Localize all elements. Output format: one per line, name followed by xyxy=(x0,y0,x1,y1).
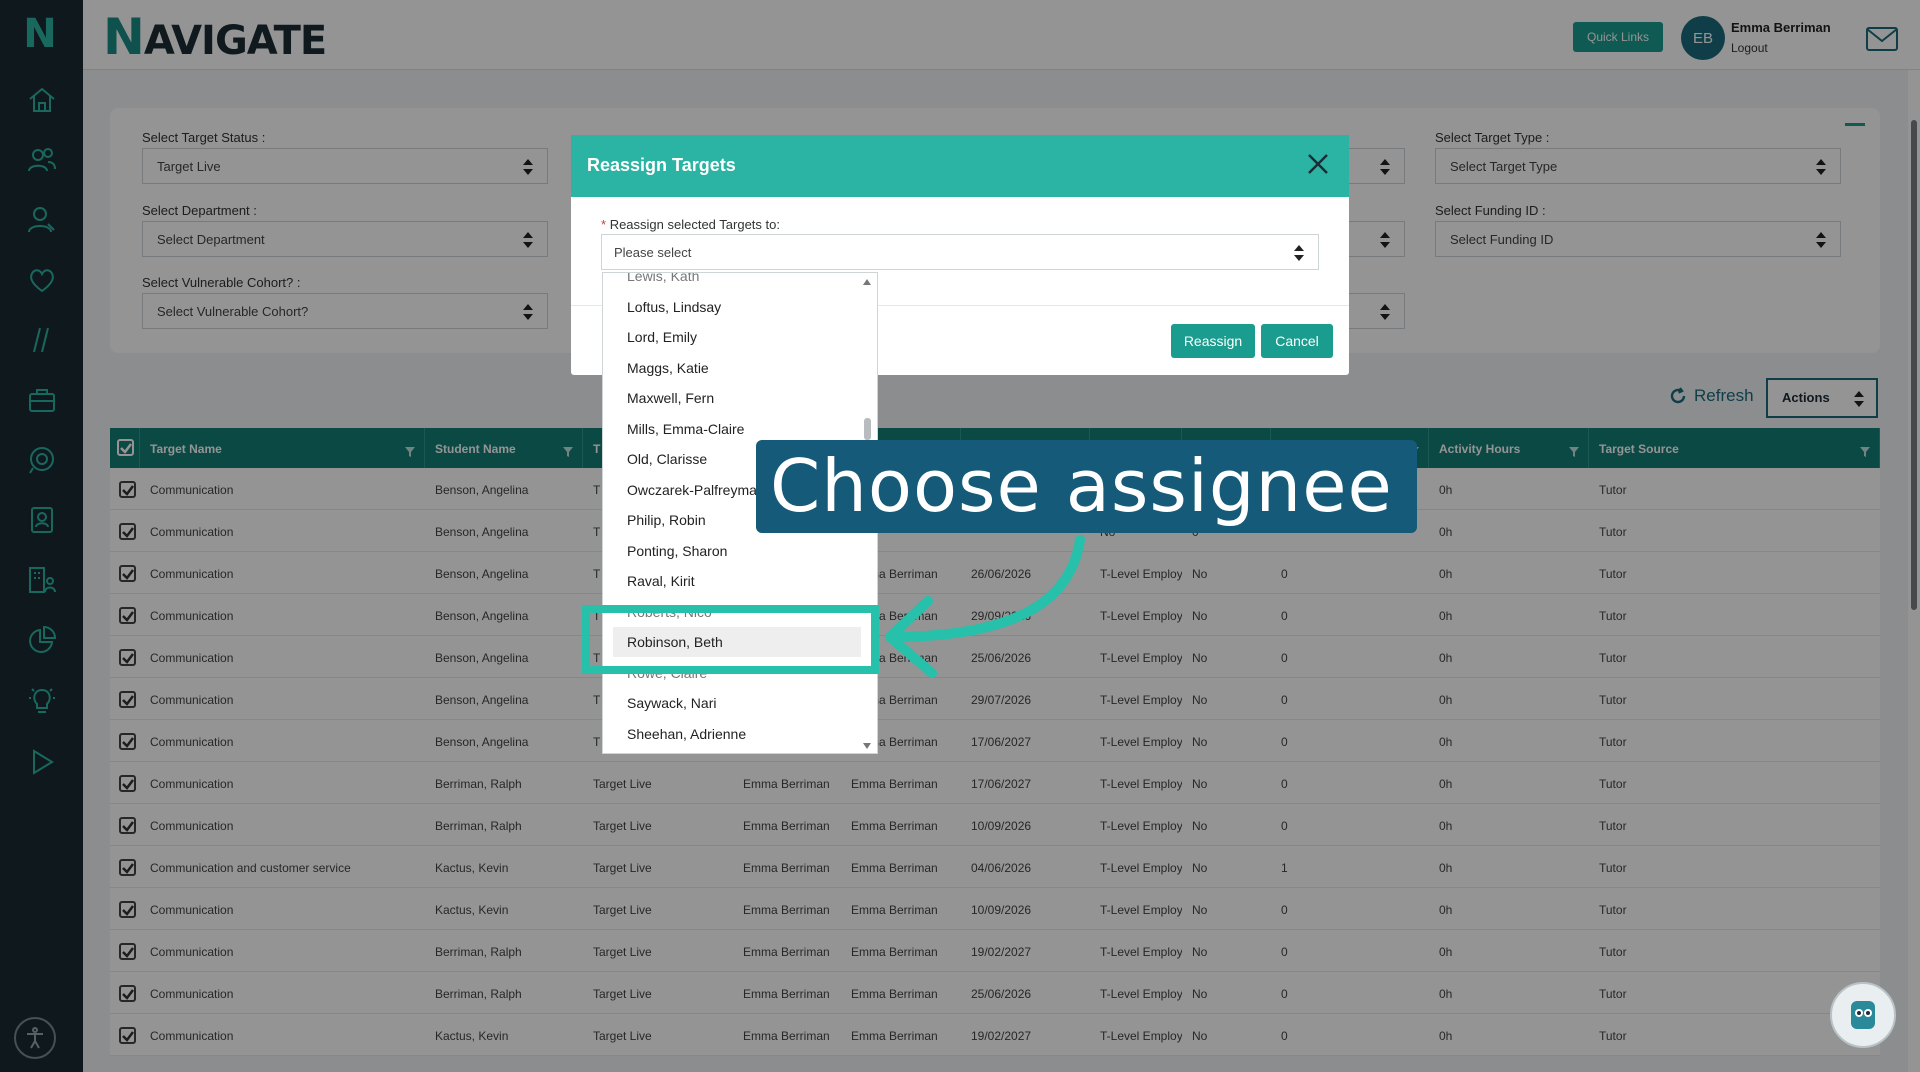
dropdown-option[interactable]: Smith, Hannah xyxy=(603,749,863,753)
dropdown-option[interactable]: Raval, Kirit xyxy=(603,566,863,596)
dropdown-option[interactable]: Sheehan, Adrienne xyxy=(603,719,863,749)
dropdown-option[interactable]: Saywack, Nari xyxy=(603,688,863,718)
dropdown-option[interactable]: Lewis, Kath xyxy=(603,273,863,291)
dropdown-option[interactable]: Maggs, Katie xyxy=(603,353,863,383)
dropdown-scrollbar-thumb[interactable] xyxy=(864,418,871,440)
pointer-arrow-icon xyxy=(885,535,1085,678)
scroll-down-icon[interactable] xyxy=(863,743,871,749)
reassign-to-placeholder: Please select xyxy=(614,245,692,260)
required-mark: * xyxy=(601,217,607,232)
cancel-button[interactable]: Cancel xyxy=(1261,324,1333,358)
reassign-to-label-text: Reassign selected Targets to: xyxy=(609,217,780,232)
dropdown-option[interactable]: Maxwell, Fern xyxy=(603,383,863,413)
dropdown-option[interactable]: Loftus, Lindsay xyxy=(603,292,863,322)
dropdown-option[interactable]: Ponting, Sharon xyxy=(603,536,863,566)
modal-title: Reassign Targets xyxy=(587,155,736,175)
close-icon[interactable] xyxy=(1305,151,1331,177)
scroll-up-icon[interactable] xyxy=(863,279,871,285)
dropdown-option[interactable]: Mills, Emma-Claire xyxy=(603,414,863,444)
highlight-box xyxy=(582,605,879,674)
reassign-button[interactable]: Reassign xyxy=(1171,324,1255,358)
reassign-to-label: * Reassign selected Targets to: xyxy=(601,217,780,232)
sort-arrows-icon xyxy=(1294,245,1304,261)
reassign-to-select[interactable]: Please select xyxy=(601,234,1319,270)
tutorial-callout: Choose assignee xyxy=(756,440,1417,533)
help-chat-icon[interactable] xyxy=(1830,982,1896,1048)
modal-header: Reassign Targets xyxy=(571,135,1349,197)
dropdown-option[interactable]: Lord, Emily xyxy=(603,322,863,352)
